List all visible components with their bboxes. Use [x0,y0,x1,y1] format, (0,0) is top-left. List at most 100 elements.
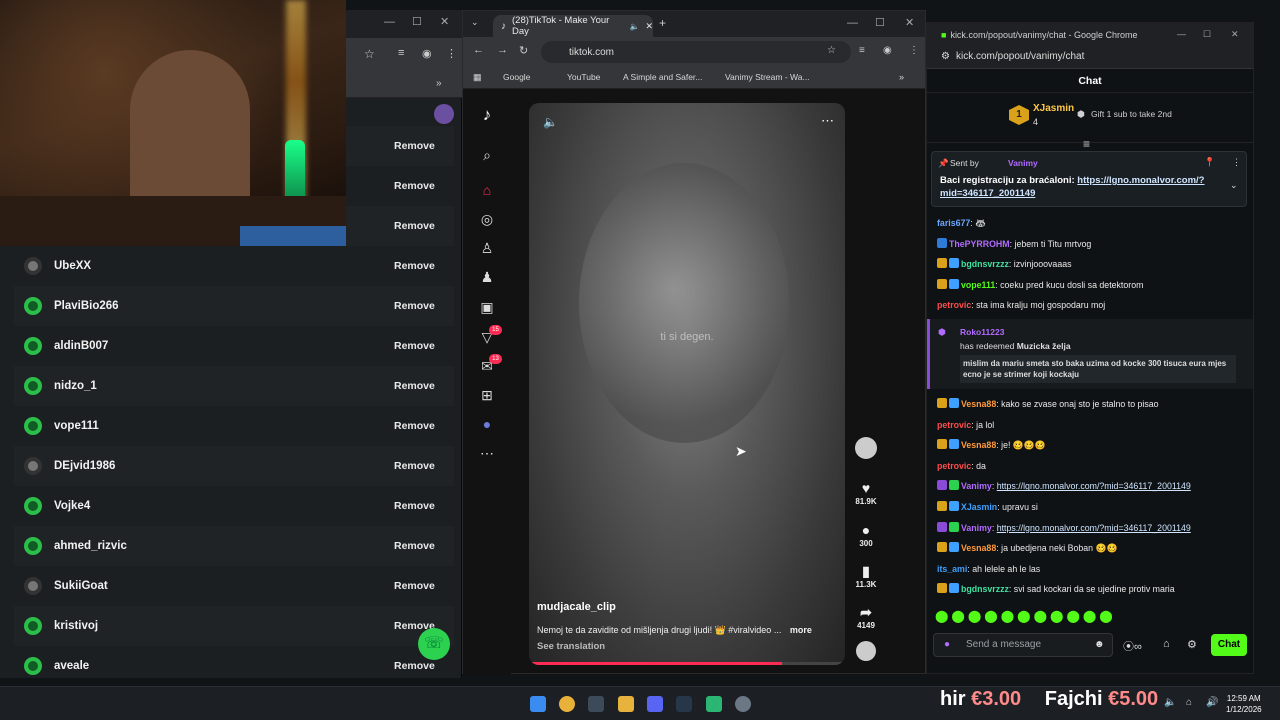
discord-icon[interactable] [647,696,663,712]
close-icon[interactable]: ✕ [440,15,449,28]
chat-username[interactable]: Vesna88 [961,440,996,450]
speaker-icon[interactable]: 🔈 [629,22,639,31]
chat-username[interactable]: bgdnsvrzzz [961,259,1009,269]
redeem-user[interactable]: Roko11223 [960,327,1004,337]
remove-button[interactable]: Remove [394,260,454,272]
chat-username[interactable]: Vanimy [961,481,992,491]
emote-bar[interactable]: ⬤⬤⬤⬤⬤⬤⬤⬤⬤⬤⬤ [935,609,1245,627]
star-icon[interactable]: ☆ [827,45,836,56]
menu-icon[interactable]: ⋮ [909,45,919,56]
more-icon[interactable]: ⋯ [479,445,495,461]
emoji-icon[interactable]: ☻ [1094,639,1105,650]
video-player[interactable]: 🔈 ⋯ ti si degen. mudjacale_clip Nemoj te… [529,103,845,665]
video-author[interactable]: mudjacale_clip [537,601,616,613]
back-icon[interactable]: ← [473,44,484,56]
chat-username[interactable]: Vesna88 [961,543,996,553]
remove-button[interactable]: Remove [394,580,454,592]
like-action[interactable]: ♥ 81.9K [853,479,879,506]
volume-icon[interactable]: 🔈 [543,115,558,129]
apps-icon[interactable]: ▦ [473,72,482,83]
tab-search-icon[interactable]: ⌄ [471,17,479,28]
steam-app-icon[interactable] [676,696,692,712]
unpin-icon[interactable]: 📍 [1204,157,1215,168]
system-clock[interactable]: 12:59 AM 1/12/2026 [1226,693,1262,715]
save-action[interactable]: ▮ 11.3K [853,562,879,589]
pinned-sender[interactable]: Vanimy [1008,158,1038,168]
chat-username[interactable]: petrovic [937,300,971,310]
maximize-icon[interactable]: ☐ [875,16,885,29]
profile-icon[interactable]: ◉ [883,45,892,56]
following-icon[interactable]: ♙ [479,240,495,256]
minimize-icon[interactable]: — [384,16,395,28]
network-icon[interactable]: ⌂ [1186,697,1192,708]
upload-icon[interactable]: ⊞ [479,387,495,403]
support-chat-icon[interactable]: ☏ [418,628,450,660]
extensions-icon[interactable]: ≡ [398,47,404,59]
close-icon[interactable]: ✕ [905,16,914,29]
site-info-icon[interactable]: ⚙ [941,51,950,62]
pin-menu-icon[interactable]: ⋮ [1232,157,1241,168]
chat-username[interactable]: petrovic [937,420,971,430]
remove-button[interactable]: Remove [394,460,454,472]
chrome-icon[interactable] [559,696,575,712]
friends-icon[interactable]: ♟ [479,269,495,285]
chat-username[interactable]: its_ami [937,564,967,574]
more-options-icon[interactable]: ⋯ [821,113,834,129]
chat-username[interactable]: Vesna88 [961,399,996,409]
remove-button[interactable]: Remove [394,380,454,392]
points-icon[interactable]: ⦿∞ [1123,638,1142,654]
video-progress[interactable] [529,662,845,665]
start-icon[interactable] [530,696,546,712]
top-supporter-name[interactable]: XJasmin [1033,103,1074,114]
send-chat-button[interactable]: Chat [1211,634,1247,656]
url-input[interactable]: tiktok.com [541,41,851,63]
settings-icon[interactable]: ⚙ [1187,638,1197,651]
remove-button[interactable]: Remove [394,300,454,312]
music-disc[interactable] [853,641,879,661]
tab-close-icon[interactable]: ✕ [645,21,653,32]
search-icon[interactable]: ⌕ [479,147,495,163]
star-icon[interactable]: ☆ [364,47,375,61]
bookmark-youtube[interactable]: YouTube [567,72,600,82]
bookmark-google[interactable]: Google [503,72,530,82]
creator-avatar[interactable] [853,437,879,459]
chat-link[interactable]: https://lgno.monalvor.com/?mid=346117_20… [997,481,1191,491]
explore-icon[interactable]: ◎ [479,211,495,227]
remove-button[interactable]: Remove [394,180,454,192]
tab-tiktok[interactable]: ♪ (28)TikTok - Make Your Day 🔈 ✕ [493,15,653,37]
chevron-right-icon[interactable]: » [899,72,904,82]
tiktok-logo-icon[interactable]: ♪ [479,106,495,123]
menu-icon[interactable]: ⋮ [446,47,457,60]
remove-button[interactable]: Remove [394,500,454,512]
profile-icon[interactable]: ● [479,416,495,432]
see-translation-link[interactable]: See translation [537,641,605,652]
remove-button[interactable]: Remove [394,540,454,552]
app-icon[interactable] [706,696,722,712]
sound-icon[interactable]: 🔊 [1206,697,1218,708]
settings-app-icon[interactable] [735,696,751,712]
gift-sub-text[interactable]: Gift 1 sub to take 2nd [1091,109,1172,119]
collapse-icon[interactable]: ≡ [1083,137,1090,151]
extensions-icon[interactable]: ≡ [859,45,865,56]
store-icon[interactable]: ⌂ [1163,638,1170,650]
live-icon[interactable]: ▣ [479,299,495,315]
chat-link[interactable]: https://lgno.monalvor.com/?mid=346117_20… [997,523,1191,533]
minimize-icon[interactable]: — [847,17,858,29]
chat-username[interactable]: ThePYRROHM [949,239,1010,249]
volume-tray-icon[interactable]: 🔈 [1164,697,1176,708]
chat-username[interactable]: faris677 [937,218,970,228]
bookmark-simple-safer[interactable]: A Simple and Safer... [623,72,702,82]
steam-icon[interactable] [588,696,604,712]
profile-icon[interactable]: ◉ [422,47,432,60]
file-explorer-icon[interactable] [618,696,634,712]
reload-icon[interactable]: ↻ [519,44,528,57]
home-icon[interactable]: ⌂ [479,182,495,198]
comment-action[interactable]: ● 300 [853,521,879,548]
maximize-icon[interactable]: ☐ [1203,29,1211,40]
remove-button[interactable]: Remove [394,140,454,152]
chevron-down-icon[interactable]: ⌄ [1230,180,1238,191]
more-button[interactable]: more [790,625,812,635]
chat-username[interactable]: Vanimy [961,523,992,533]
chat-username[interactable]: bgdnsvrzzz [961,584,1009,594]
remove-button[interactable]: Remove [394,340,454,352]
